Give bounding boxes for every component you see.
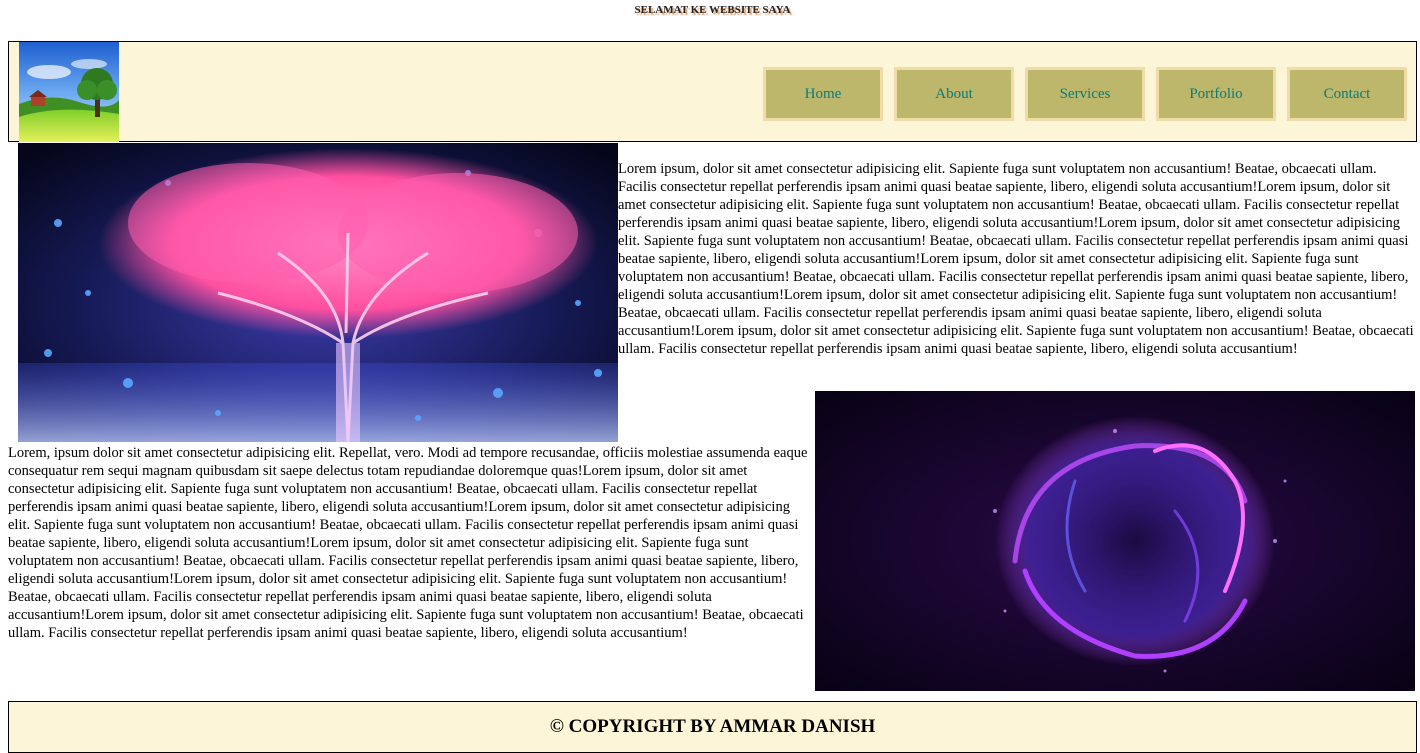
digital-tree-image [18,143,618,442]
site-header: Home About Services Portfolio Contact [8,41,1417,142]
copyright-text: © COPYRIGHT BY AMMAR DANISH [549,716,876,737]
nav-contact-link[interactable]: Contact [1287,67,1407,121]
secondary-paragraph: Lorem, ipsum dolor sit amet consectetur … [8,445,808,641]
site-footer: © COPYRIGHT BY AMMAR DANISH [8,701,1417,753]
nav-about-link[interactable]: About [894,67,1014,121]
nav-home-link[interactable]: Home [763,67,883,121]
logo-image [19,42,119,142]
glowing-sphere-image [815,391,1415,691]
main-nav: Home About Services Portfolio Contact [763,67,1407,121]
welcome-heading: SELAMAT KE WEBSITE SAYA [634,4,791,16]
intro-paragraph: Lorem ipsum, dolor sit amet consectetur … [618,161,1414,357]
nav-portfolio-link[interactable]: Portfolio [1156,67,1276,121]
nav-services-link[interactable]: Services [1025,67,1145,121]
